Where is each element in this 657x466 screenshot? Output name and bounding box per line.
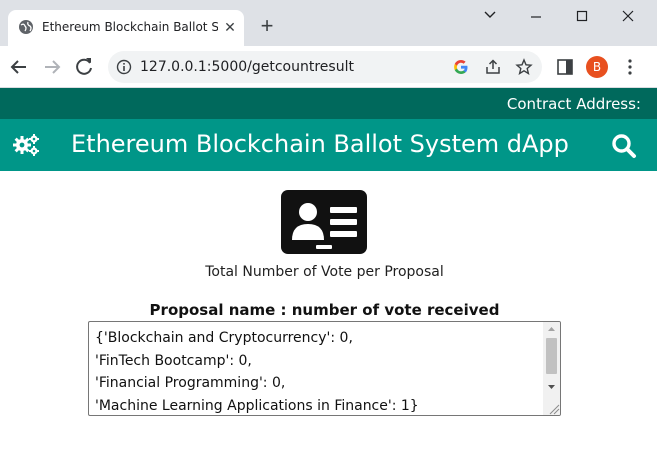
- share-icon[interactable]: [484, 58, 502, 76]
- contract-address-label: Contract Address:: [506, 95, 641, 113]
- scroll-thumb[interactable]: [546, 338, 557, 374]
- scroll-up-arrow-icon[interactable]: [543, 322, 560, 336]
- profile-avatar[interactable]: B: [586, 56, 608, 78]
- close-icon: [622, 10, 634, 22]
- app-title: Ethereum Blockchain Ballot System dApp: [71, 130, 569, 158]
- close-window-button[interactable]: [608, 4, 648, 30]
- contract-address-bar: Contract Address:: [0, 88, 657, 119]
- results-heading: Proposal name : number of vote received: [149, 301, 500, 319]
- chevron-down-icon: [484, 11, 496, 18]
- side-panel-icon[interactable]: [555, 57, 575, 77]
- results-subtitle: Total Number of Vote per Proposal: [205, 264, 444, 280]
- browser-tab[interactable]: Ethereum Blockchain Ballot Syste ✕: [8, 10, 244, 46]
- info-icon[interactable]: [116, 59, 132, 75]
- more-menu-icon[interactable]: [620, 57, 640, 77]
- vote-results-textarea[interactable]: {'Blockchain and Cryptocurrency': 0, 'Fi…: [88, 321, 561, 416]
- minimize-icon: [531, 16, 541, 18]
- star-icon[interactable]: [515, 58, 533, 76]
- tab-search-button[interactable]: [470, 4, 510, 30]
- forward-arrow-icon[interactable]: [40, 55, 64, 79]
- reload-icon[interactable]: [72, 55, 96, 79]
- new-tab-button[interactable]: +: [254, 14, 280, 40]
- tab-title: Ethereum Blockchain Ballot Syste: [42, 20, 218, 34]
- resize-grip-icon[interactable]: [546, 401, 560, 415]
- maximize-icon: [576, 10, 588, 22]
- google-translate-icon[interactable]: [452, 58, 470, 76]
- gears-icon[interactable]: [12, 133, 40, 157]
- scroll-down-arrow-icon[interactable]: [543, 380, 560, 394]
- browser-tab-strip: Ethereum Blockchain Ballot Syste ✕ +: [0, 0, 657, 46]
- address-bar[interactable]: 127.0.0.1:5000/getcountresult: [108, 51, 542, 83]
- app-header: Ethereum Blockchain Ballot System dApp: [0, 119, 657, 171]
- globe-icon: [19, 20, 33, 34]
- back-arrow-icon[interactable]: [7, 55, 31, 79]
- vote-results-text[interactable]: {'Blockchain and Cryptocurrency': 0, 'Fi…: [95, 327, 541, 415]
- maximize-button[interactable]: [562, 4, 602, 30]
- id-card-icon: [281, 190, 367, 254]
- browser-toolbar: 127.0.0.1:5000/getcountresult B: [0, 46, 657, 88]
- url-text[interactable]: 127.0.0.1:5000/getcountresult: [140, 59, 354, 75]
- search-icon[interactable]: [610, 132, 638, 160]
- minimize-button[interactable]: [516, 4, 556, 30]
- tab-close-icon[interactable]: ✕: [221, 18, 239, 36]
